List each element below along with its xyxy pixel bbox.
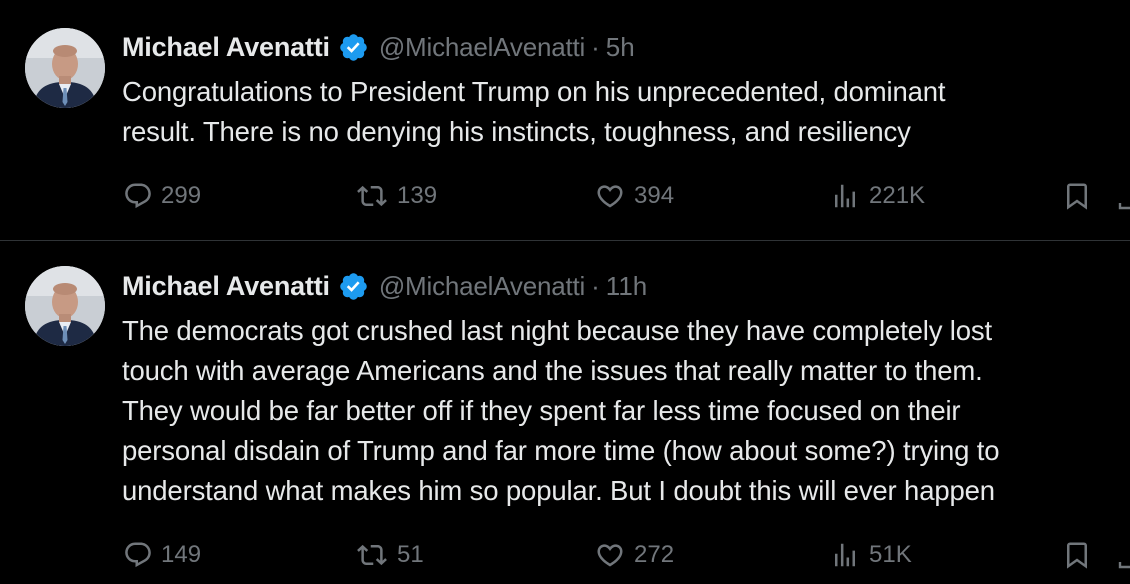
- retweet-count: 139: [397, 182, 438, 209]
- like-count: 394: [634, 182, 675, 209]
- separator-dot: ·: [591, 31, 600, 62]
- verified-badge-icon[interactable]: [338, 271, 369, 302]
- tweet-text-line: They would be far better off if they spe…: [122, 395, 961, 426]
- author-name[interactable]: Michael Avenatti: [122, 32, 330, 63]
- tweet-text-line: result. There is no denying his instinct…: [122, 116, 911, 147]
- author-name[interactable]: Michael Avenatti: [122, 271, 330, 302]
- share-button[interactable]: [1118, 176, 1130, 216]
- views-button[interactable]: 221K: [829, 176, 925, 216]
- views-count: 51K: [869, 541, 912, 568]
- author-handle[interactable]: @MichaelAvenatti: [379, 271, 585, 302]
- retweet-icon: [357, 185, 387, 207]
- avatar[interactable]: [25, 266, 105, 346]
- retweet-button[interactable]: 51: [355, 535, 424, 575]
- timestamp[interactable]: 11h: [606, 271, 647, 302]
- reply-icon: [125, 183, 151, 209]
- like-count: 272: [634, 541, 675, 568]
- like-button[interactable]: 394: [594, 176, 674, 216]
- separator-dot: ·: [591, 270, 600, 301]
- retweet-button[interactable]: 139: [355, 176, 437, 216]
- reply-icon: [125, 542, 151, 568]
- verified-badge-icon[interactable]: [338, 32, 369, 63]
- bookmark-button[interactable]: [1062, 535, 1092, 575]
- retweet-count: 51: [397, 541, 424, 568]
- tweet-actions: 299 139 394 221K: [0, 176, 1130, 216]
- author-handle[interactable]: @MichaelAvenatti: [379, 32, 585, 63]
- timestamp[interactable]: 5h: [606, 32, 635, 63]
- reply-button[interactable]: 299: [123, 176, 201, 216]
- tweet-header: Michael Avenatti @MichaelAvenatti · 5h: [122, 29, 635, 65]
- views-chart-icon: [835, 184, 855, 208]
- tweet[interactable]: Michael Avenatti @MichaelAvenatti · 11h …: [0, 241, 1130, 584]
- tweet-text: Congratulations to President Trump on hi…: [122, 72, 1127, 152]
- like-button[interactable]: 272: [594, 535, 674, 575]
- bookmark-icon: [1067, 542, 1087, 569]
- views-chart-icon: [835, 543, 855, 567]
- tweet-text-line: touch with average Americans and the iss…: [122, 355, 983, 386]
- share-icon: [1118, 562, 1130, 569]
- tweet-text: The democrats got crushed last night bec…: [122, 311, 1127, 511]
- tweet-actions: 149 51 272 51K: [0, 535, 1130, 575]
- tweet-text-line: Congratulations to President Trump on hi…: [122, 76, 946, 107]
- bookmark-icon: [1067, 183, 1087, 210]
- tweet-text-line: personal disdain of Trump and far more t…: [122, 435, 1000, 466]
- heart-icon: [597, 185, 623, 208]
- bookmark-button[interactable]: [1062, 176, 1092, 216]
- tweet-text-line: The democrats got crushed last night bec…: [122, 315, 992, 346]
- tweet[interactable]: Michael Avenatti @MichaelAvenatti · 5h C…: [0, 0, 1130, 240]
- views-count: 221K: [869, 182, 926, 209]
- avatar[interactable]: [25, 28, 105, 108]
- reply-button[interactable]: 149: [123, 535, 201, 575]
- avatar-photo-icon: [25, 28, 105, 108]
- share-button[interactable]: [1118, 535, 1130, 575]
- views-button[interactable]: 51K: [829, 535, 912, 575]
- avatar-photo-icon: [25, 266, 105, 346]
- share-icon: [1118, 203, 1130, 210]
- reply-count: 299: [161, 182, 202, 209]
- heart-icon: [597, 544, 623, 567]
- reply-count: 149: [161, 541, 202, 568]
- retweet-icon: [357, 544, 387, 566]
- tweet-header: Michael Avenatti @MichaelAvenatti · 11h: [122, 268, 647, 304]
- tweet-text-line: understand what makes him so popular. Bu…: [122, 475, 995, 506]
